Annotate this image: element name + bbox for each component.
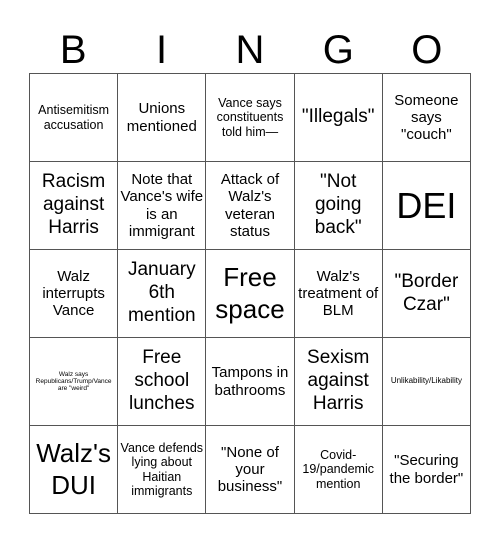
bingo-cell[interactable]: Antisemitism accusation: [30, 74, 119, 162]
bingo-cell[interactable]: Free school lunches: [118, 338, 207, 426]
bingo-cell[interactable]: Sexism against Harris: [294, 338, 383, 426]
bingo-cell[interactable]: "None of your business": [206, 426, 295, 514]
bingo-cell[interactable]: Walz says Republicans/Trump/Vance are "w…: [30, 338, 119, 426]
header-letter-o: O: [411, 28, 443, 72]
bingo-cell[interactable]: Attack of Walz's veteran status: [206, 162, 295, 250]
bingo-cell[interactable]: Unions mentioned: [118, 74, 207, 162]
bingo-cell[interactable]: Someone says "couch": [382, 74, 471, 162]
bingo-cell[interactable]: Unlikability/Likability: [382, 338, 471, 426]
header-letter-n: N: [235, 28, 265, 72]
bingo-cell[interactable]: Walz's treatment of BLM: [294, 250, 383, 338]
bingo-cell[interactable]: Vance defends lying about Haitian immigr…: [118, 426, 207, 514]
bingo-cell[interactable]: "Border Czar": [382, 250, 471, 338]
bingo-cell[interactable]: DEI: [382, 162, 471, 250]
bingo-cell[interactable]: Note that Vance's wife is an immigrant: [118, 162, 207, 250]
header-letter-g: G: [322, 28, 354, 72]
header-letter-b: B: [59, 28, 87, 72]
bingo-cell[interactable]: Covid-19/pandemic mention: [294, 426, 383, 514]
bingo-cell[interactable]: Tampons in bathrooms: [206, 338, 295, 426]
bingo-cell[interactable]: "Not going back": [294, 162, 383, 250]
bingo-cell[interactable]: "Illegals": [294, 74, 383, 162]
bingo-cell[interactable]: "Securing the border": [382, 426, 471, 514]
bingo-board: Antisemitism accusation Unions mentioned…: [29, 73, 471, 514]
header-letter-i: I: [156, 28, 168, 72]
bingo-cell[interactable]: Walz interrupts Vance: [30, 250, 119, 338]
bingo-cell[interactable]: Racism against Harris: [30, 162, 119, 250]
bingo-header: B I N G O: [29, 28, 471, 72]
free-space-cell[interactable]: Free space: [206, 250, 295, 338]
bingo-cell[interactable]: January 6th mention: [118, 250, 207, 338]
bingo-cell[interactable]: Walz's DUI: [30, 426, 119, 514]
bingo-cell[interactable]: Vance says constituents told him—: [206, 74, 295, 162]
